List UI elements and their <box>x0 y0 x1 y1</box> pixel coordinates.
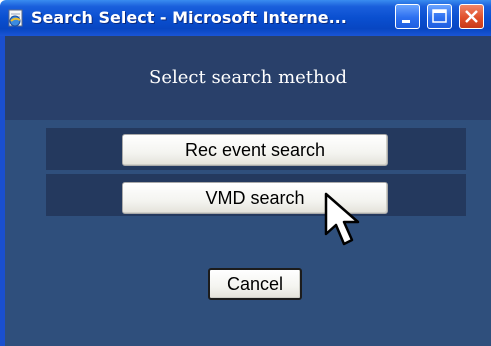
internet-explorer-page-icon[interactable] <box>6 8 26 28</box>
close-icon <box>465 10 478 23</box>
maximize-button[interactable] <box>427 4 452 29</box>
close-button[interactable] <box>459 4 484 29</box>
window-title: Search Select - Microsoft Interne... <box>31 8 347 27</box>
rec-event-search-button[interactable]: Rec event search <box>122 134 388 166</box>
cancel-button[interactable]: Cancel <box>208 268 302 300</box>
maximize-icon <box>432 9 447 23</box>
dialog-heading: Select search method <box>149 67 347 88</box>
title-bar[interactable]: Search Select - Microsoft Interne... <box>0 0 491 36</box>
arrow-cursor-icon <box>324 192 360 246</box>
minimize-button[interactable] <box>395 4 420 29</box>
search-select-window: Search Select - Microsoft Interne... Sel… <box>0 0 491 346</box>
minimize-icon <box>402 20 410 23</box>
